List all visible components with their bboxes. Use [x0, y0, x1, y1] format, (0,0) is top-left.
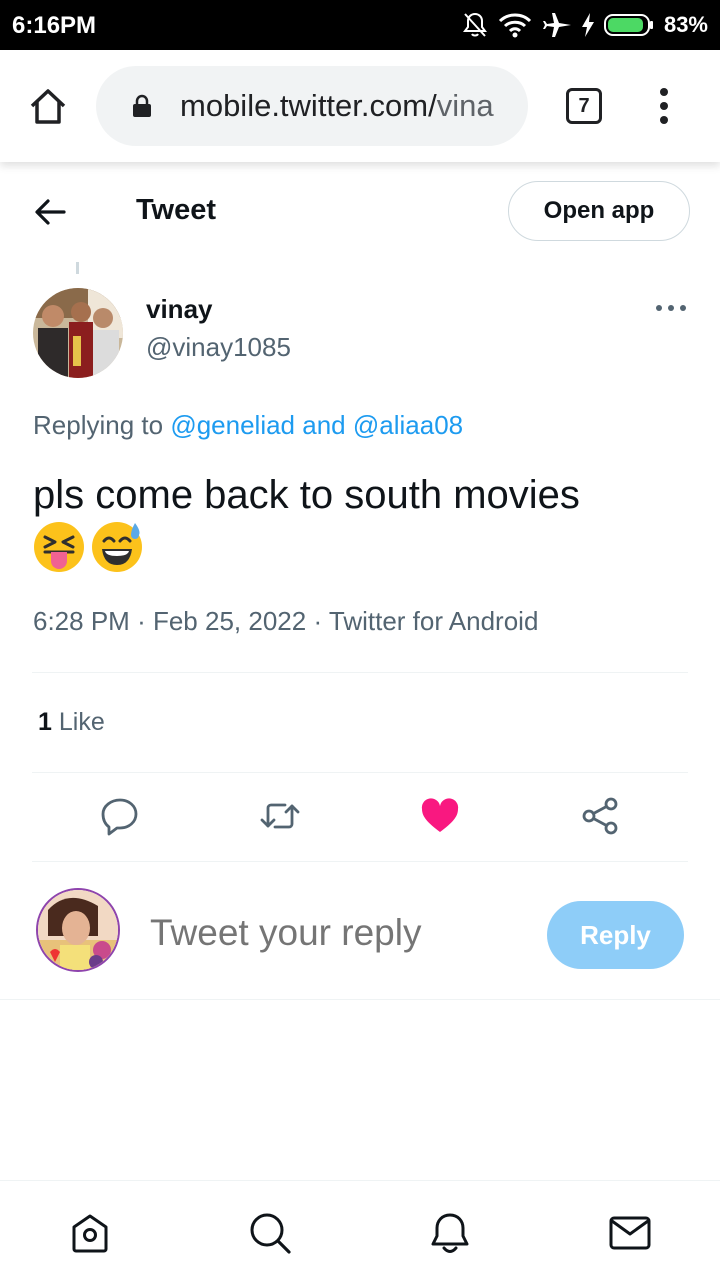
replying-and[interactable]: and — [302, 410, 345, 440]
url-host: mobile.twitter.com/ — [180, 88, 437, 123]
more-vertical-icon[interactable] — [654, 86, 674, 126]
lock-icon — [133, 94, 151, 117]
page-title: Tweet — [136, 194, 217, 226]
tweet-meta: 6:28 PM · Feb 25, 2022 · Twitter for And… — [33, 606, 538, 637]
battery-icon — [603, 14, 653, 36]
replying-prefix: Replying to — [33, 410, 164, 440]
author-handle[interactable]: @vinay1085 — [146, 332, 291, 363]
divider — [32, 861, 688, 862]
tweet-time[interactable]: 6:28 PM — [33, 606, 130, 636]
meta-separator: · — [313, 606, 323, 636]
reply-button[interactable]: Reply — [547, 901, 684, 969]
airplane-icon — [542, 13, 571, 37]
charging-icon — [581, 13, 594, 37]
replying-to: Replying to @geneliad and @aliaa08 — [33, 410, 463, 441]
grinning-sweat-emoji — [92, 522, 142, 573]
tab-switcher-button[interactable]: 7 — [566, 88, 602, 124]
retweet-icon[interactable] — [260, 796, 300, 836]
user-avatar[interactable] — [36, 888, 120, 972]
tweet-header: Tweet Open app — [0, 162, 720, 260]
home-icon[interactable] — [68, 1211, 112, 1255]
status-bar: 6:16PM 83% — [0, 0, 720, 50]
home-icon[interactable] — [28, 86, 68, 126]
divider — [0, 999, 720, 1000]
like-label: Like — [58, 708, 105, 736]
reply-input[interactable] — [150, 912, 530, 954]
status-icons: 83% — [462, 10, 708, 40]
url-path: vina — [436, 88, 494, 123]
wifi-icon — [498, 13, 532, 38]
author-avatar[interactable] — [33, 288, 123, 378]
bottom-nav — [0, 1180, 720, 1280]
search-icon[interactable] — [248, 1211, 292, 1255]
divider — [32, 772, 688, 773]
back-arrow-icon[interactable] — [32, 194, 68, 230]
tweet-date[interactable]: Feb 25, 2022 — [153, 606, 306, 636]
url-text: mobile.twitter.com/vina — [180, 88, 494, 124]
browser-toolbar: mobile.twitter.com/vina 7 — [0, 50, 720, 162]
divider — [32, 672, 688, 673]
open-app-button[interactable]: Open app — [508, 181, 690, 241]
status-time: 6:16PM — [12, 12, 97, 39]
like-heart-icon[interactable] — [420, 796, 460, 836]
tweet-source[interactable]: Twitter for Android — [329, 606, 539, 636]
url-bar[interactable]: mobile.twitter.com/vina — [96, 66, 528, 146]
author-name[interactable]: vinay — [146, 294, 213, 325]
more-horizontal-icon[interactable] — [655, 300, 687, 316]
meta-separator: · — [137, 606, 146, 636]
tweet-text: pls come back to south movies — [33, 473, 580, 517]
like-count: 1 — [38, 708, 52, 736]
battery-percent: 83% — [663, 12, 708, 37]
mention-link[interactable]: @aliaa08 — [353, 410, 463, 440]
tweet-body: pls come back to south movies — [33, 470, 693, 573]
messages-icon[interactable] — [608, 1211, 652, 1255]
notifications-icon[interactable] — [428, 1211, 472, 1255]
reply-icon[interactable] — [100, 796, 140, 836]
share-icon[interactable] — [580, 796, 620, 836]
thread-connector — [76, 262, 79, 274]
likes-summary[interactable]: 1 Like — [38, 708, 105, 737]
mention-link[interactable]: @geneliad — [170, 410, 295, 440]
squinting-tongue-emoji — [34, 522, 84, 573]
mute-icon — [462, 12, 487, 37]
